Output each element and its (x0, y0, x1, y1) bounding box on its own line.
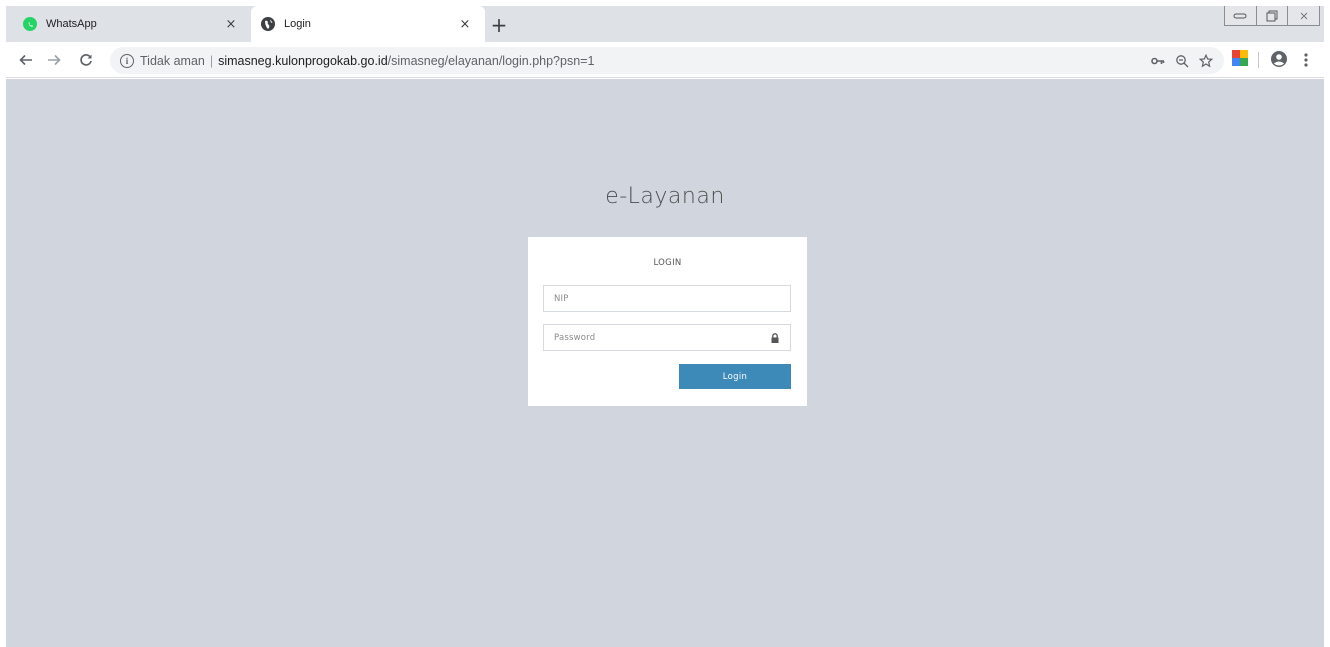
restore-icon (1266, 10, 1278, 21)
tab-login[interactable]: Login × (251, 6, 485, 42)
menu-icon[interactable] (1298, 49, 1314, 71)
browser-toolbar: i Tidak aman | simasneg.kulonprogokab.go.i… (6, 42, 1324, 78)
profile-icon[interactable] (1269, 49, 1289, 69)
url-path: /simasneg/elayanan/login.php?psn=1 (387, 53, 595, 68)
zoom-icon[interactable] (1172, 51, 1192, 71)
new-tab-button[interactable]: + (487, 13, 511, 37)
close-window-icon (1300, 12, 1308, 19)
back-button[interactable] (14, 48, 38, 72)
forward-button[interactable] (42, 48, 66, 72)
page-title: e-Layanan (605, 184, 725, 209)
tab-title: Login (284, 18, 311, 30)
password-field[interactable] (543, 324, 791, 351)
key-icon[interactable] (1148, 51, 1168, 71)
url-host: simasneg.kulonprogokab.go.id (218, 53, 388, 68)
tab-title: WhatsApp (46, 18, 97, 30)
address-bar[interactable]: i Tidak aman | simasneg.kulonprogokab.go.i… (110, 47, 1224, 74)
browser-window: WhatsApp × Login × + i Tidak aman | sima… (0, 0, 1330, 647)
forward-icon (48, 54, 61, 66)
globe-icon (261, 17, 275, 31)
reload-button[interactable] (74, 48, 98, 72)
login-button[interactable]: Login (679, 364, 791, 389)
extension-icon[interactable] (1232, 50, 1248, 66)
omnibox-actions (1148, 51, 1216, 71)
whatsapp-icon (23, 17, 37, 31)
tab-strip: WhatsApp × Login × + (6, 6, 1324, 42)
window-controls (1224, 6, 1321, 26)
close-window-button[interactable] (1288, 6, 1321, 26)
reload-icon (80, 54, 92, 66)
info-icon[interactable]: i (120, 53, 134, 68)
nip-input[interactable] (544, 286, 790, 312)
login-title: LOGIN (653, 258, 682, 268)
restore-button[interactable] (1256, 6, 1289, 26)
login-card: LOGIN Login (528, 237, 807, 406)
lock-icon (771, 333, 779, 343)
nip-field[interactable] (543, 285, 791, 312)
url-text[interactable]: Tidak aman | simasneg.kulonprogokab.go.id/… (140, 54, 594, 68)
back-icon (19, 54, 32, 66)
close-icon[interactable]: × (455, 14, 475, 34)
star-icon[interactable] (1196, 51, 1216, 71)
security-label: Tidak aman (140, 53, 205, 68)
toolbar-separator (1258, 52, 1259, 68)
tab-whatsapp[interactable]: WhatsApp × (6, 6, 251, 42)
password-input[interactable] (544, 325, 790, 351)
minimize-icon (1233, 13, 1247, 18)
url-separator: | (209, 53, 214, 68)
minimize-button[interactable] (1224, 6, 1257, 26)
close-icon[interactable]: × (221, 14, 241, 34)
page-content: e-Layanan LOGIN Login (6, 79, 1324, 647)
